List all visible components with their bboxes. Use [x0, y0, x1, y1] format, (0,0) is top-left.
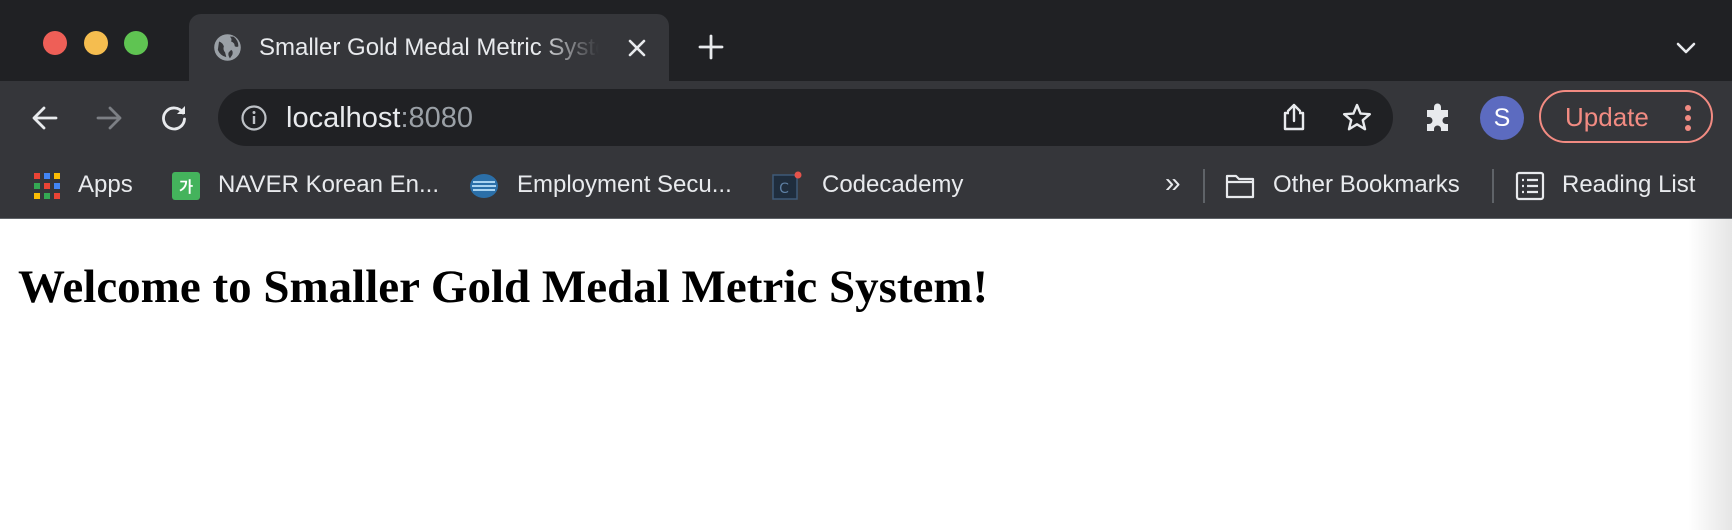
page-heading: Welcome to Smaller Gold Medal Metric Sys…	[18, 261, 989, 313]
bookmark-label: NAVER Korean En...	[218, 171, 439, 198]
forward-arrow-icon[interactable]	[94, 103, 124, 133]
close-window-button[interactable]	[43, 31, 67, 55]
bookmarks-divider	[1492, 169, 1494, 203]
reading-list-button[interactable]: Reading List	[1515, 165, 1705, 205]
bookmarks-overflow-button[interactable]: »	[1165, 168, 1181, 198]
share-icon[interactable]	[1279, 102, 1309, 132]
codecademy-icon: C	[772, 171, 802, 200]
page-edge-shadow	[1688, 219, 1732, 530]
chevron-down-icon[interactable]	[1674, 36, 1698, 60]
minimize-window-button[interactable]	[84, 31, 108, 55]
extensions-puzzle-icon[interactable]	[1421, 101, 1455, 135]
bookmark-label: Employment Secu...	[517, 171, 732, 198]
update-button[interactable]: Update	[1539, 90, 1713, 143]
reload-icon[interactable]	[159, 103, 189, 133]
url-text[interactable]: localhost:8080	[286, 101, 473, 135]
other-bookmarks-label: Other Bookmarks	[1273, 171, 1460, 198]
maximize-window-button[interactable]	[124, 31, 148, 55]
reading-list-icon	[1515, 171, 1545, 201]
page-content: Welcome to Smaller Gold Medal Metric Sys…	[0, 219, 1732, 530]
employment-security-icon	[470, 174, 498, 198]
address-bar[interactable]: localhost:8080	[218, 89, 1393, 146]
other-bookmarks-button[interactable]: Other Bookmarks	[1225, 165, 1475, 205]
update-button-label: Update	[1565, 102, 1649, 132]
url-host: localhost	[286, 102, 401, 134]
back-arrow-icon[interactable]	[30, 103, 60, 133]
new-tab-icon[interactable]	[697, 33, 725, 61]
bookmark-naver[interactable]: 가 NAVER Korean En...	[171, 165, 441, 205]
more-vertical-icon[interactable]	[1684, 104, 1692, 132]
bookmark-label: Apps	[78, 171, 133, 198]
reading-list-label: Reading List	[1562, 171, 1696, 198]
bookmarks-bar: Apps 가 NAVER Korean En... Employment Sec…	[0, 154, 1732, 219]
tab-active[interactable]: Smaller Gold Medal Metric System	[189, 14, 669, 81]
bookmark-label: Codecademy	[822, 171, 964, 198]
tab-title: Smaller Gold Medal Metric System	[259, 34, 599, 61]
url-port: :8080	[400, 102, 474, 134]
toolbar: localhost:8080 S Update	[0, 81, 1732, 154]
svg-text:C: C	[779, 181, 789, 197]
bookmark-codecademy[interactable]: C Codecademy	[772, 165, 972, 205]
globe-icon	[214, 34, 241, 61]
profile-avatar[interactable]: S	[1480, 96, 1524, 140]
browser-window: Smaller Gold Medal Metric System localho…	[0, 0, 1732, 530]
naver-dictionary-icon: 가	[172, 172, 200, 200]
apps-grid-icon	[34, 173, 60, 199]
bookmark-employment-security[interactable]: Employment Secu...	[469, 165, 744, 205]
tab-strip: Smaller Gold Medal Metric System	[0, 0, 1732, 81]
close-tab-icon[interactable]	[625, 36, 649, 60]
folder-icon	[1225, 174, 1255, 199]
bookmarks-divider	[1203, 169, 1205, 203]
svg-text:가: 가	[179, 178, 193, 196]
info-icon[interactable]	[240, 104, 268, 132]
bookmark-star-icon[interactable]	[1341, 102, 1373, 134]
bookmark-apps[interactable]: Apps	[32, 165, 142, 205]
